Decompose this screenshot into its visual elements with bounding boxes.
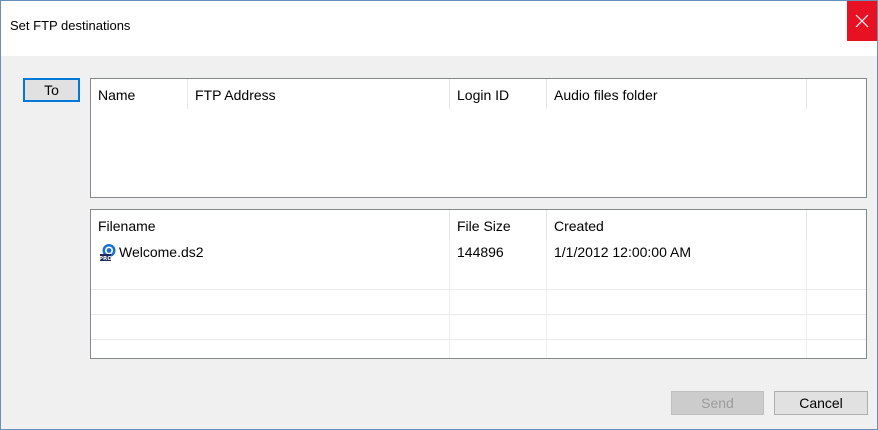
empty-row	[91, 315, 866, 340]
column-header-audio-files-folder[interactable]: Audio files folder	[547, 79, 807, 109]
empty-row	[91, 265, 866, 290]
column-header-name[interactable]: Name	[91, 79, 188, 109]
empty-cell	[547, 290, 807, 315]
empty-cell	[91, 290, 450, 315]
files-list[interactable]: Filename File Size Created PRO Welcome.d…	[90, 209, 867, 359]
cancel-button[interactable]: Cancel	[774, 391, 868, 415]
column-header-file-size[interactable]: File Size	[450, 210, 547, 240]
empty-cell	[547, 265, 807, 290]
column-header-filler	[807, 79, 866, 109]
close-icon	[855, 14, 869, 28]
empty-row	[91, 290, 866, 315]
column-header-created[interactable]: Created	[547, 210, 807, 240]
files-header: Filename File Size Created	[91, 210, 866, 240]
ftp-destinations-dialog: Set FTP destinations To Name FTP Address…	[0, 0, 878, 430]
empty-cell	[91, 265, 450, 290]
empty-cell	[91, 340, 450, 358]
empty-cell	[450, 340, 547, 358]
empty-cell	[547, 315, 807, 340]
column-header-filename[interactable]: Filename	[91, 210, 450, 240]
to-button[interactable]: To	[23, 78, 80, 102]
column-header-login-id[interactable]: Login ID	[450, 79, 547, 109]
file-size-cell: 144896	[450, 240, 547, 265]
column-header-ftp-address[interactable]: FTP Address	[188, 79, 450, 109]
file-name: Welcome.ds2	[119, 244, 204, 260]
destinations-list[interactable]: Name FTP Address Login ID Audio files fo…	[90, 78, 867, 198]
svg-text:PRO: PRO	[99, 256, 112, 262]
dialog-title: Set FTP destinations	[10, 18, 131, 33]
close-button[interactable]	[847, 1, 877, 41]
dss-pro-file-icon: PRO	[99, 244, 116, 262]
file-created-cell: 1/1/2012 12:00:00 AM	[547, 240, 807, 265]
empty-cell	[91, 315, 450, 340]
empty-row	[91, 340, 866, 358]
destinations-header: Name FTP Address Login ID Audio files fo…	[91, 79, 866, 109]
table-row[interactable]: PRO Welcome.ds2 144896 1/1/2012 12:00:00…	[91, 240, 866, 265]
empty-cell	[450, 290, 547, 315]
column-header-filler	[807, 210, 866, 240]
empty-cell	[547, 340, 807, 358]
empty-cell	[450, 315, 547, 340]
empty-cell	[450, 265, 547, 290]
send-button[interactable]: Send	[671, 391, 764, 415]
file-name-cell: PRO Welcome.ds2	[91, 240, 450, 265]
title-bar: Set FTP destinations	[1, 1, 877, 56]
